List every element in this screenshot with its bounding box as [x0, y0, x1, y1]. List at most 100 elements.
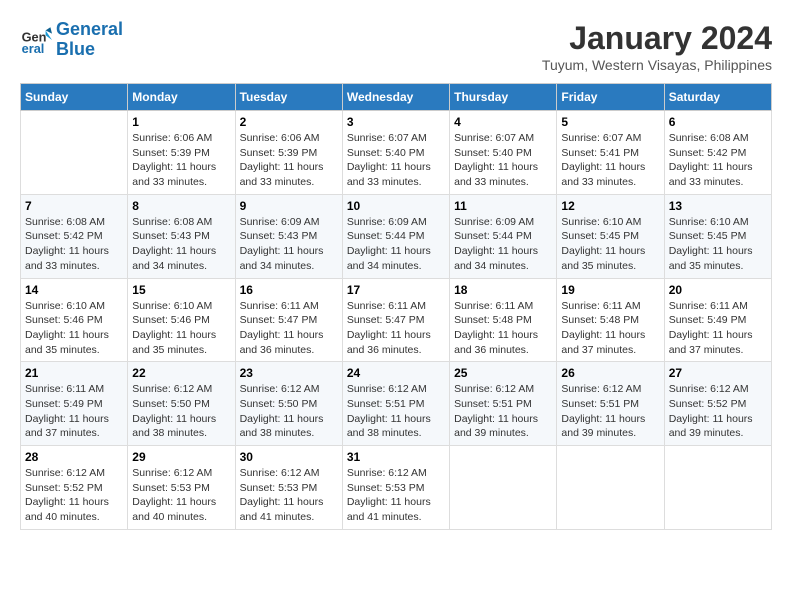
- day-number: 29: [132, 450, 230, 464]
- day-number: 1: [132, 115, 230, 129]
- calendar-cell: 13 Sunrise: 6:10 AMSunset: 5:45 PMDayligh…: [664, 194, 771, 278]
- calendar-cell: 19Sunrise: 6:11 AMSunset: 5:48 PMDayligh…: [557, 278, 664, 362]
- calendar-cell: [664, 446, 771, 530]
- day-info: Sunrise: 6:07 AMSunset: 5:40 PMDaylight:…: [454, 131, 552, 190]
- day-number: 20: [669, 283, 767, 297]
- day-number: 12: [561, 199, 659, 213]
- day-number: 26: [561, 366, 659, 380]
- day-info: Sunrise: 6:09 AMSunset: 5:43 PMDaylight:…: [240, 215, 338, 274]
- calendar-cell: 16 Sunrise: 6:11 AMSunset: 5:47 PMDayligh…: [235, 278, 342, 362]
- month-title: January 2024: [542, 20, 772, 57]
- day-info: Sunrise: 6:10 AMSunset: 5:45 PMDaylight:…: [669, 215, 767, 274]
- day-info: Sunrise: 6:07 AMSunset: 5:41 PMDaylight:…: [561, 131, 659, 190]
- day-info: Sunrise: 6:06 AMSunset: 5:39 PMDaylight:…: [132, 131, 230, 190]
- calendar-cell: 15 Sunrise: 6:10 AMSunset: 5:46 PMDayligh…: [128, 278, 235, 362]
- header-wednesday: Wednesday: [342, 84, 449, 111]
- day-number: 19: [561, 283, 659, 297]
- day-info: Sunrise: 6:10 AMSunset: 5:46 PMDaylight:…: [132, 299, 230, 358]
- header-thursday: Thursday: [450, 84, 557, 111]
- day-number: 27: [669, 366, 767, 380]
- svg-text:eral: eral: [22, 41, 45, 56]
- calendar-cell: 14 Sunrise: 6:10 AMSunset: 5:46 PMDayligh…: [21, 278, 128, 362]
- day-number: 30: [240, 450, 338, 464]
- calendar-cell: 24 Sunrise: 6:12 AMSunset: 5:51 PMDayligh…: [342, 362, 449, 446]
- day-info: Sunrise: 6:12 AMSunset: 5:52 PMDaylight:…: [25, 466, 123, 525]
- day-number: 16: [240, 283, 338, 297]
- day-info: Sunrise: 6:11 AMSunset: 5:48 PMDaylight:…: [454, 299, 552, 358]
- calendar-cell: 22 Sunrise: 6:12 AMSunset: 5:50 PMDayligh…: [128, 362, 235, 446]
- calendar-cell: 7 Sunrise: 6:08 AMSunset: 5:42 PMDaylight…: [21, 194, 128, 278]
- day-number: 17: [347, 283, 445, 297]
- day-info: Sunrise: 6:12 AMSunset: 5:52 PMDaylight:…: [669, 382, 767, 441]
- day-number: 23: [240, 366, 338, 380]
- day-info: Sunrise: 6:12 AMSunset: 5:51 PMDaylight:…: [347, 382, 445, 441]
- day-info: Sunrise: 6:09 AMSunset: 5:44 PMDaylight:…: [454, 215, 552, 274]
- calendar-cell: 17 Sunrise: 6:11 AMSunset: 5:47 PMDayligh…: [342, 278, 449, 362]
- day-info: Sunrise: 6:07 AMSunset: 5:40 PMDaylight:…: [347, 131, 445, 190]
- page-header: Gen eral General Blue January 2024 Tuyum…: [20, 20, 772, 73]
- calendar-week-2: 7 Sunrise: 6:08 AMSunset: 5:42 PMDaylight…: [21, 194, 772, 278]
- calendar-cell: 23 Sunrise: 6:12 AMSunset: 5:50 PMDayligh…: [235, 362, 342, 446]
- day-number: 3: [347, 115, 445, 129]
- day-number: 22: [132, 366, 230, 380]
- calendar-cell: 9 Sunrise: 6:09 AMSunset: 5:43 PMDaylight…: [235, 194, 342, 278]
- day-number: 18: [454, 283, 552, 297]
- day-number: 6: [669, 115, 767, 129]
- day-number: 15: [132, 283, 230, 297]
- calendar-cell: 29 Sunrise: 6:12 AMSunset: 5:53 PMDayligh…: [128, 446, 235, 530]
- calendar-cell: 11 Sunrise: 6:09 AMSunset: 5:44 PMDayligh…: [450, 194, 557, 278]
- day-number: 10: [347, 199, 445, 213]
- calendar-cell: 10 Sunrise: 6:09 AMSunset: 5:44 PMDayligh…: [342, 194, 449, 278]
- day-number: 14: [25, 283, 123, 297]
- logo-icon: Gen eral: [20, 24, 52, 56]
- calendar-week-5: 28 Sunrise: 6:12 AMSunset: 5:52 PMDayligh…: [21, 446, 772, 530]
- calendar-cell: 5 Sunrise: 6:07 AMSunset: 5:41 PMDaylight…: [557, 111, 664, 195]
- day-info: Sunrise: 6:12 AMSunset: 5:50 PMDaylight:…: [240, 382, 338, 441]
- location-title: Tuyum, Western Visayas, Philippines: [542, 57, 772, 73]
- day-number: 7: [25, 199, 123, 213]
- logo-line1: General: [56, 19, 123, 39]
- day-info: Sunrise: 6:06 AMSunset: 5:39 PMDaylight:…: [240, 131, 338, 190]
- day-info: Sunrise: 6:12 AMSunset: 5:53 PMDaylight:…: [347, 466, 445, 525]
- day-info: Sunrise: 6:12 AMSunset: 5:51 PMDaylight:…: [561, 382, 659, 441]
- day-number: 11: [454, 199, 552, 213]
- calendar-cell: 18 Sunrise: 6:11 AMSunset: 5:48 PMDayligh…: [450, 278, 557, 362]
- header-tuesday: Tuesday: [235, 84, 342, 111]
- calendar-cell: 27 Sunrise: 6:12 AMSunset: 5:52 PMDayligh…: [664, 362, 771, 446]
- day-info: Sunrise: 6:12 AMSunset: 5:50 PMDaylight:…: [132, 382, 230, 441]
- day-number: 5: [561, 115, 659, 129]
- day-info: Sunrise: 6:10 AMSunset: 5:45 PMDaylight:…: [561, 215, 659, 274]
- calendar-cell: [450, 446, 557, 530]
- day-info: Sunrise: 6:12 AMSunset: 5:53 PMDaylight:…: [132, 466, 230, 525]
- calendar-cell: 2Sunrise: 6:06 AMSunset: 5:39 PMDaylight…: [235, 111, 342, 195]
- logo: Gen eral General Blue: [20, 20, 123, 60]
- calendar-table: SundayMondayTuesdayWednesdayThursdayFrid…: [20, 83, 772, 530]
- header-saturday: Saturday: [664, 84, 771, 111]
- day-info: Sunrise: 6:08 AMSunset: 5:42 PMDaylight:…: [669, 131, 767, 190]
- calendar-cell: 1 Sunrise: 6:06 AMSunset: 5:39 PMDaylight…: [128, 111, 235, 195]
- calendar-cell: 4 Sunrise: 6:07 AMSunset: 5:40 PMDaylight…: [450, 111, 557, 195]
- calendar-week-3: 14 Sunrise: 6:10 AMSunset: 5:46 PMDayligh…: [21, 278, 772, 362]
- calendar-cell: 26 Sunrise: 6:12 AMSunset: 5:51 PMDayligh…: [557, 362, 664, 446]
- day-number: 24: [347, 366, 445, 380]
- day-info: Sunrise: 6:08 AMSunset: 5:42 PMDaylight:…: [25, 215, 123, 274]
- day-info: Sunrise: 6:10 AMSunset: 5:46 PMDaylight:…: [25, 299, 123, 358]
- day-info: Sunrise: 6:12 AMSunset: 5:51 PMDaylight:…: [454, 382, 552, 441]
- day-info: Sunrise: 6:11 AMSunset: 5:47 PMDaylight:…: [347, 299, 445, 358]
- day-info: Sunrise: 6:12 AMSunset: 5:53 PMDaylight:…: [240, 466, 338, 525]
- calendar-cell: 20Sunrise: 6:11 AMSunset: 5:49 PMDayligh…: [664, 278, 771, 362]
- day-info: Sunrise: 6:11 AMSunset: 5:47 PMDaylight:…: [240, 299, 338, 358]
- day-number: 4: [454, 115, 552, 129]
- calendar-cell: [21, 111, 128, 195]
- calendar-cell: 30 Sunrise: 6:12 AMSunset: 5:53 PMDayligh…: [235, 446, 342, 530]
- header-sunday: Sunday: [21, 84, 128, 111]
- title-block: January 2024 Tuyum, Western Visayas, Phi…: [542, 20, 772, 73]
- day-number: 8: [132, 199, 230, 213]
- day-number: 28: [25, 450, 123, 464]
- day-number: 13: [669, 199, 767, 213]
- day-info: Sunrise: 6:09 AMSunset: 5:44 PMDaylight:…: [347, 215, 445, 274]
- day-number: 25: [454, 366, 552, 380]
- day-info: Sunrise: 6:08 AMSunset: 5:43 PMDaylight:…: [132, 215, 230, 274]
- day-number: 9: [240, 199, 338, 213]
- calendar-cell: [557, 446, 664, 530]
